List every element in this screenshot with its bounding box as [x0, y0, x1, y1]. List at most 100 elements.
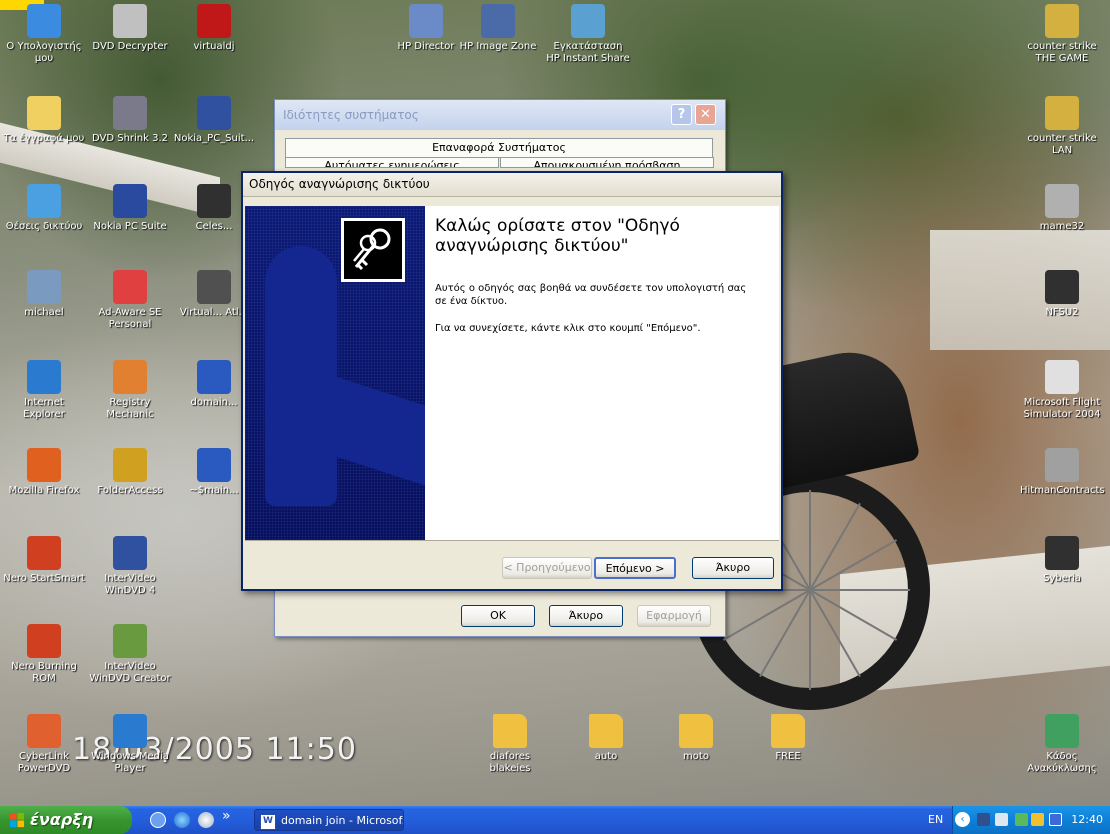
desktop-icon[interactable]: Windows Media Player — [88, 714, 172, 775]
desktop-icon-label: NFSU2 — [1045, 307, 1079, 318]
clock[interactable]: 12:40 — [1071, 806, 1103, 834]
windvd-icon — [113, 536, 147, 570]
tray-shield-icon[interactable] — [1049, 813, 1062, 826]
desktop-icon[interactable]: FREE — [746, 714, 830, 763]
desktop-icon[interactable]: Nokia_PC_Suit... — [172, 96, 256, 145]
desktop-icon-label: HitmanContracts — [1020, 485, 1105, 496]
desktop-icon[interactable]: HP Image Zone — [456, 4, 540, 53]
tab-automatic-updates[interactable]: Αυτόματες ενημερώσεις — [285, 157, 499, 168]
desktop-icon-label: DVD Decrypter — [92, 41, 168, 52]
system-properties-titlebar[interactable]: Ιδιότητες συστήματος ? ✕ — [275, 100, 725, 130]
desktop-icon[interactable]: HitmanContracts — [1020, 448, 1105, 497]
recycle-bin-icon — [1045, 714, 1079, 748]
start-button[interactable]: έναρξη — [0, 806, 132, 834]
taskbar-button-label: domain join - Microsof... — [281, 814, 404, 827]
wizard-divider — [245, 540, 779, 541]
wizard-description: Αυτός ο οδηγός σας βοηθά να συνδέσετε το… — [435, 283, 747, 307]
counter-strike-lan-icon — [1045, 96, 1079, 130]
desktop-icon[interactable]: michael — [2, 270, 86, 319]
tab-remote-access[interactable]: Απομακρυσμένη πρόσβαση — [500, 157, 714, 168]
desktop-icon[interactable]: Mozilla Firefox — [2, 448, 86, 497]
desktop-icon[interactable]: Εγκατάσταση HP Instant Share — [546, 4, 630, 65]
back-button[interactable]: < Προηγούμενο — [502, 557, 592, 579]
desktop-icon[interactable]: InterVideo WinDVD 4 — [88, 536, 172, 597]
tray-nero-icon[interactable] — [1031, 813, 1044, 826]
desktop-icon[interactable]: counter strike THE GAME — [1020, 4, 1104, 65]
desktop-icon[interactable]: Κάδος Ανακύκλωσης — [1020, 714, 1104, 775]
desktop-icon[interactable]: Registry Mechanic — [88, 360, 172, 421]
celestia-icon — [197, 184, 231, 218]
hp-director-icon — [409, 4, 443, 38]
sysprops-cancel-button[interactable]: Άκυρο — [549, 605, 623, 627]
desktop-icon[interactable]: diafores blakeies — [468, 714, 552, 775]
desktop-icon[interactable]: NFSU2 — [1020, 270, 1104, 319]
desktop-icon-label: mame32 — [1039, 221, 1085, 232]
desktop-icon-label: Εγκατάσταση HP Instant Share — [546, 41, 630, 64]
tray-security-icon[interactable] — [1015, 813, 1028, 826]
tray-expand-icon[interactable]: ‹ — [955, 812, 970, 827]
desktop-icon[interactable]: Ο Υπολογιστής μου — [2, 4, 86, 65]
nokia-pc-suite-icon — [197, 96, 231, 130]
desktop-icon-label: Θέσεις δικτύου — [5, 221, 83, 232]
quicklaunch-media-player-icon[interactable] — [198, 812, 214, 828]
desktop-icon-label: Κάδος Ανακύκλωσης — [1027, 751, 1097, 774]
desktop-icon[interactable]: auto — [564, 714, 648, 763]
start-label: έναρξη — [30, 810, 94, 829]
wizard-side-banner — [245, 206, 425, 540]
desktop-icon-label: CyberLink PowerDVD — [17, 751, 71, 774]
desktop-icon[interactable]: virtualdj — [172, 4, 256, 53]
network-identification-wizard[interactable]: Οδηγός αναγνώρισης δικτύου Καλώς ορίσατε… — [241, 171, 783, 591]
help-button[interactable]: ? — [671, 104, 692, 125]
desktop-icon-label: Registry Mechanic — [106, 397, 154, 420]
desktop-icon[interactable]: Θέσεις δικτύου — [2, 184, 86, 233]
wizard-title: Οδηγός αναγνώρισης δικτύου — [249, 177, 430, 191]
my-computer-icon — [27, 4, 61, 38]
desktop-icon[interactable]: Ad-Aware SE Personal — [88, 270, 172, 331]
next-button[interactable]: Επόμενο > — [594, 557, 676, 579]
desktop-icon-label: diafores blakeies — [489, 751, 531, 774]
desktop-icon-label: Ο Υπολογιστής μου — [6, 41, 82, 64]
quicklaunch-chevron-icon[interactable]: » — [222, 808, 231, 824]
powerdvd-icon — [27, 714, 61, 748]
desktop-icon[interactable]: Nero StartSmart — [2, 536, 86, 585]
wizard-heading: Καλώς ορίσατε στον "Οδηγό αναγνώρισης δι… — [435, 216, 680, 256]
wizard-titlebar[interactable]: Οδηγός αναγνώρισης δικτύου — [243, 173, 781, 197]
tab-system-restore[interactable]: Επαναφορά Συστήματος — [285, 138, 713, 158]
desktop-icon[interactable]: counter strike LAN — [1020, 96, 1104, 157]
close-button[interactable]: ✕ — [695, 104, 716, 125]
desktop-icon[interactable]: DVD Decrypter — [88, 4, 172, 53]
desktop-icon[interactable]: CyberLink PowerDVD — [2, 714, 86, 775]
apply-button[interactable]: Εφαρμογή — [637, 605, 711, 627]
desktop-icon-label: Nero StartSmart — [3, 573, 85, 584]
desktop-icon-label: moto — [683, 751, 709, 762]
media-player-icon — [113, 714, 147, 748]
desktop-icon[interactable]: DVD Shrink 3.2 — [88, 96, 172, 145]
desktop-icon-label: Nero Burning ROM — [11, 661, 77, 684]
desktop-icon[interactable]: Nokia PC Suite — [88, 184, 172, 233]
word-document-icon: W — [260, 814, 276, 830]
quicklaunch-media-icon[interactable] — [150, 812, 166, 828]
wizard-cancel-button[interactable]: Άκυρο — [692, 557, 774, 579]
flight-simulator-icon — [1045, 360, 1079, 394]
desktop-icon[interactable]: Internet Explorer — [2, 360, 86, 421]
desktop-icon[interactable]: InterVideo WinDVD Creator — [88, 624, 172, 685]
desktop-icon-label: Ad-Aware SE Personal — [98, 307, 162, 330]
desktop-icon[interactable]: mame32 — [1020, 184, 1104, 233]
language-indicator[interactable]: EN — [928, 806, 943, 834]
tray-network-icon[interactable] — [977, 813, 990, 826]
network-places-icon — [27, 184, 61, 218]
quicklaunch-internet-explorer-icon[interactable] — [174, 812, 190, 828]
keys-icon — [341, 218, 405, 282]
ok-button[interactable]: OK — [461, 605, 535, 627]
taskbar-button-domain-join[interactable]: W domain join - Microsof... — [254, 809, 404, 831]
desktop-icon[interactable]: Nero Burning ROM — [2, 624, 86, 685]
tray-settings-icon[interactable] — [995, 813, 1008, 826]
desktop-icon[interactable]: moto — [654, 714, 738, 763]
desktop-icon[interactable]: Syberia — [1020, 536, 1104, 585]
desktop-icon-label: Nokia_PC_Suit... — [173, 133, 255, 144]
desktop-icon[interactable]: Microsoft Flight Simulator 2004 — [1020, 360, 1104, 421]
desktop-icon-label: Windows Media Player — [91, 751, 169, 774]
desktop-icon-label: DVD Shrink 3.2 — [91, 133, 169, 144]
desktop-icon[interactable]: FolderAccess — [88, 448, 172, 497]
desktop-icon[interactable]: Τα έγγραφά μου — [2, 96, 86, 145]
